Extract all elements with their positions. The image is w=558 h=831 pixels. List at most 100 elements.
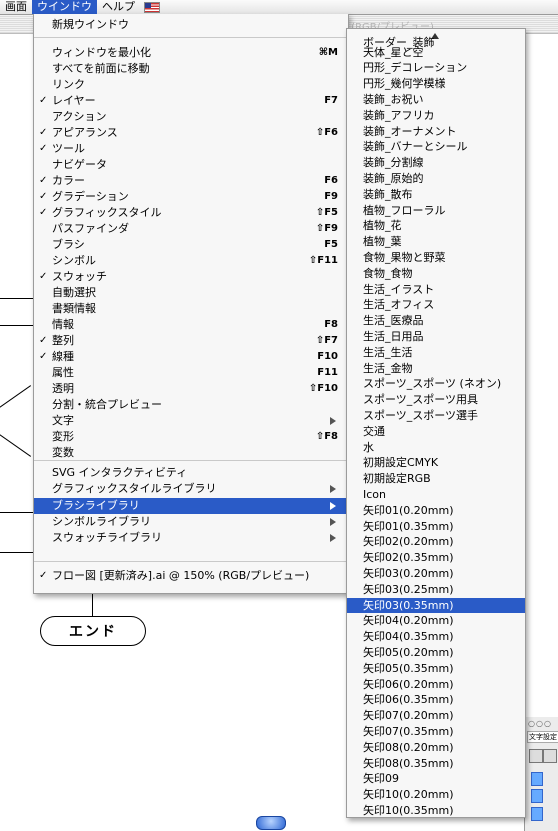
submenu-item[interactable]: スポーツ_スポーツ用具 [347,392,525,408]
palette-window-controls[interactable]: ○○○ [528,719,552,728]
menu-item[interactable]: ナビゲータ [34,157,348,173]
menu-item[interactable]: ウィンドウを最小化 ⌘M [34,45,348,61]
submenu-item[interactable]: 矢印08(0.35mm) [347,756,525,772]
submenu-item[interactable]: 装飾_オーナメント [347,124,525,140]
submenu-item[interactable]: 生活_金物 [347,361,525,377]
submenu-item[interactable]: 矢印02(0.20mm) [347,534,525,550]
submenu-item[interactable]: 矢印06(0.35mm) [347,692,525,708]
checkmark-icon: ✓ [39,207,48,218]
checkmark-icon: ✓ [39,191,48,202]
submenu-item-label: 矢印10(0.20mm) [363,788,454,802]
us-flag-icon[interactable] [144,1,160,13]
menu-item[interactable]: 文字 [34,413,348,429]
submenu-item[interactable]: 矢印04(0.20mm) [347,613,525,629]
checkmark-icon: ✓ [39,271,48,282]
menu-item[interactable]: シンボル ⇧F11 [34,253,348,269]
submenu-item[interactable]: Icon [347,487,525,503]
submenu-item[interactable]: 矢印10(0.20mm) [347,787,525,803]
submenu-item[interactable]: 矢印05(0.20mm) [347,645,525,661]
submenu-item[interactable]: 円形_デコレーション [347,60,525,76]
menu-item[interactable]: 書類情報 [34,301,348,317]
submenu-item[interactable]: 初期設定RGB [347,471,525,487]
menu-item[interactable]: ✓ レイヤー F7 [34,93,348,109]
menu-item[interactable]: ブラシライブラリ [34,498,348,514]
menu-help[interactable]: ヘルプ [97,0,140,14]
palette-tab-label[interactable]: 文字設定 [527,731,558,743]
menu-item[interactable]: ✓ グラデーション F9 [34,189,348,205]
menu-item[interactable]: SVG インタラクティビティ [34,465,348,481]
submenu-item[interactable]: 矢印08(0.20mm) [347,740,525,756]
submenu-item[interactable]: 装飾_散布 [347,187,525,203]
menu-item-shortcut: F11 [317,367,338,378]
menu-item[interactable]: リンク [34,77,348,93]
menu-item[interactable]: 変形 ⇧F8 [34,429,348,445]
submenu-item[interactable]: 矢印09 [347,771,525,787]
menu-item[interactable]: ✓ 線種 F10 [34,349,348,365]
submenu-item[interactable]: 装飾_お祝い [347,92,525,108]
menu-item[interactable]: 属性 F11 [34,365,348,381]
submenu-item[interactable]: 矢印04(0.35mm) [347,629,525,645]
submenu-item[interactable]: 植物_葉 [347,234,525,250]
submenu-item[interactable]: 天体_星と空 [347,45,525,61]
submenu-item[interactable]: 矢印01(0.35mm) [347,519,525,535]
submenu-item[interactable]: 初期設定CMYK [347,455,525,471]
submenu-item[interactable]: 装飾_バナーとシール [347,139,525,155]
submenu-item[interactable]: 矢印03(0.25mm) [347,582,525,598]
submenu-item[interactable]: 生活_医療品 [347,313,525,329]
menu-item[interactable]: ✓ スウォッチ [34,269,348,285]
submenu-item[interactable]: 装飾_アフリカ [347,108,525,124]
scrollbar-thumb[interactable] [256,816,286,830]
menu-item[interactable]: グラフィックスタイルライブラリ [34,481,348,497]
submenu-item[interactable]: スポーツ_スポーツ選手 [347,408,525,424]
submenu-item[interactable]: 装飾_分割線 [347,155,525,171]
submenu-item[interactable]: 矢印07(0.35mm) [347,724,525,740]
submenu-item[interactable]: 生活_生活 [347,345,525,361]
menu-item[interactable]: ✓ 整列 ⇧F7 [34,333,348,349]
submenu-item[interactable]: 矢印01(0.20mm) [347,503,525,519]
menu-item[interactable]: 分割・統合プレビュー [34,397,348,413]
menu-item[interactable]: ブラシ F5 [34,237,348,253]
submenu-item[interactable]: 生活_イラスト [347,282,525,298]
menu-item[interactable]: ✓ カラー F6 [34,173,348,189]
menu-item[interactable]: シンボルライブラリ [34,514,348,530]
menu-item[interactable]: すべてを前面に移動 [34,61,348,77]
submenu-item-label: 矢印09 [363,772,399,786]
menu-item[interactable]: 新規ウインドウ [34,17,348,33]
submenu-item[interactable]: 食物_食物 [347,266,525,282]
menu-item[interactable]: 情報 F8 [34,317,348,333]
submenu-item[interactable]: 矢印06(0.20mm) [347,677,525,693]
spinner-icon[interactable] [531,789,543,803]
menu-item[interactable]: 変数 [34,445,348,461]
submenu-item[interactable]: 生活_オフィス [347,297,525,313]
submenu-item[interactable]: 食物_果物と野菜 [347,250,525,266]
submenu-item[interactable]: 矢印03(0.35mm) [347,597,525,614]
submenu-item[interactable]: 植物_フローラル [347,203,525,219]
submenu-item[interactable]: 矢印02(0.35mm) [347,550,525,566]
menu-view[interactable]: 画面 [0,0,32,14]
menu-item[interactable]: ✓ ツール [34,141,348,157]
submenu-item[interactable]: 生活_日用品 [347,329,525,345]
menu-window[interactable]: ウインドウ [32,0,97,14]
menu-item[interactable]: 透明 ⇧F10 [34,381,348,397]
menu-item[interactable]: スウォッチライブラリ [34,530,348,546]
submenu-item[interactable]: 矢印07(0.20mm) [347,708,525,724]
flow-line [0,552,34,553]
submenu-item[interactable]: 植物_花 [347,218,525,234]
submenu-item[interactable]: 矢印03(0.20mm) [347,566,525,582]
menu-item[interactable]: ✓ フロー図 [更新済み].ai @ 150% (RGB/プレビュー) [34,568,348,584]
menu-item[interactable]: ✓ アピアランス ⇧F6 [34,125,348,141]
menu-item[interactable]: 自動選択 [34,285,348,301]
align-left-icon[interactable] [529,749,543,763]
menu-item[interactable]: アクション [34,109,348,125]
submenu-item[interactable]: 水 [347,440,525,456]
submenu-item[interactable]: 交通 [347,424,525,440]
submenu-item[interactable]: 円形_幾何学模様 [347,76,525,92]
submenu-item[interactable]: スポーツ_スポーツ (ネオン) [347,376,525,392]
menu-item[interactable]: ✓ グラフィックスタイル ⇧F5 [34,205,348,221]
menu-item[interactable]: パスファインダ ⇧F9 [34,221,348,237]
submenu-item[interactable]: 装飾_原始的 [347,171,525,187]
spinner-icon[interactable] [531,807,543,821]
submenu-item[interactable]: 矢印05(0.35mm) [347,661,525,677]
spinner-icon[interactable] [531,772,543,786]
align-center-icon[interactable] [543,749,557,763]
